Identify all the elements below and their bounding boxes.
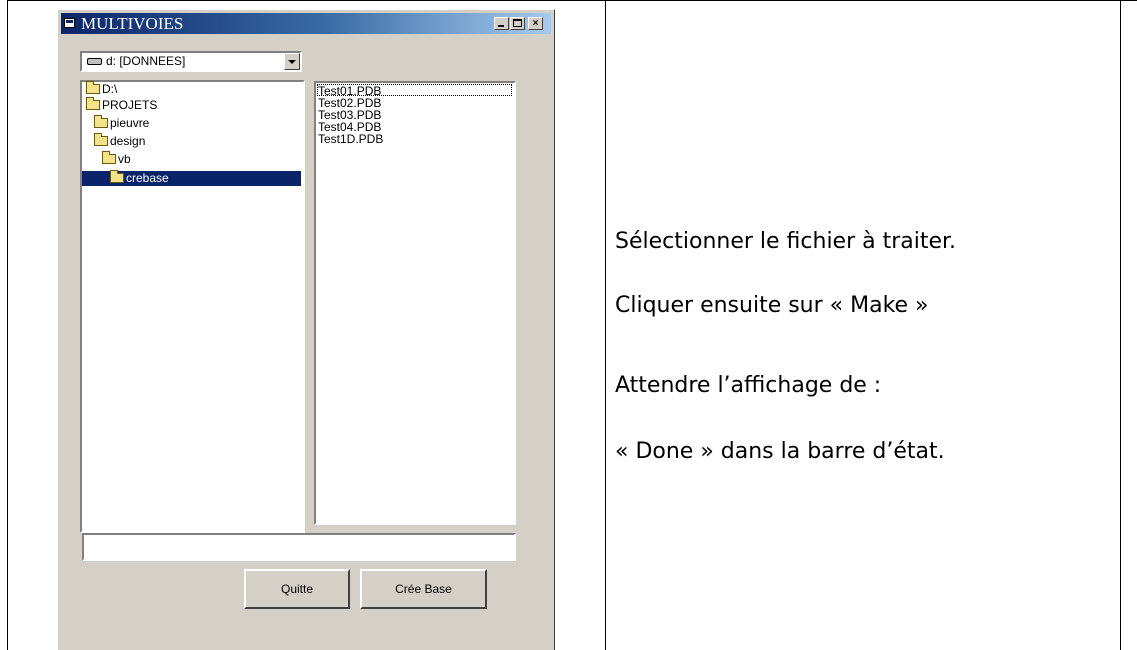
multivoies-window: MULTIVOIES × d: [DONNEES] D:\ PROJETS pieu… [57, 9, 555, 650]
folder-item[interactable]: crebase [82, 170, 301, 186]
app-icon[interactable] [64, 18, 75, 28]
folder-item-label: design [110, 134, 146, 148]
window-title: MULTIVOIES [81, 14, 184, 33]
folder-item-label: crebase [126, 171, 169, 185]
instruction-line-4: « Done » dans la barre d’état. [615, 439, 945, 464]
folder-icon [94, 133, 108, 146]
close-icon: × [532, 18, 539, 29]
maximize-icon [513, 19, 522, 27]
table-border-middle [605, 0, 606, 650]
create-base-button[interactable]: Crée Base [360, 569, 487, 609]
folder-list[interactable]: D:\ PROJETS pieuvre design vb crebase [80, 80, 305, 533]
folder-item-label: vb [118, 152, 131, 166]
maximize-button[interactable] [510, 17, 525, 30]
drive-select-value: d: [DONNEES] [106, 54, 186, 68]
status-field[interactable] [82, 533, 516, 561]
folder-item-label: D:\ [102, 82, 118, 96]
table-border-right [1120, 0, 1121, 650]
drive-select[interactable]: d: [DONNEES] [80, 51, 302, 72]
drive-icon [87, 58, 102, 65]
title-bar[interactable]: MULTIVOIES × [61, 13, 551, 34]
folder-icon [94, 115, 108, 128]
minimize-button[interactable] [494, 17, 509, 30]
quit-button[interactable]: Quitte [244, 569, 350, 609]
open-folder-icon [110, 170, 124, 183]
folder-icon [86, 97, 100, 110]
file-list[interactable]: Test01.PDB Test02.PDB Test03.PDB Test04.PDB… [314, 81, 516, 525]
file-item[interactable]: Test1D.PDB [318, 133, 383, 145]
instruction-line-1: Sélectionner le fichier à traiter. [615, 229, 957, 254]
folder-item-label: PROJETS [102, 98, 158, 112]
instruction-line-3: Attendre l’affichage de : [615, 373, 882, 398]
instruction-line-2: Cliquer ensuite sur « Make » [615, 293, 929, 318]
folder-item-label: pieuvre [110, 116, 150, 130]
table-border-top [7, 0, 1137, 1]
table-border-left [7, 0, 8, 650]
close-button[interactable]: × [528, 17, 543, 30]
minimize-icon [498, 25, 504, 27]
chevron-down-icon[interactable] [284, 53, 300, 70]
folder-icon [86, 81, 100, 94]
folder-icon [102, 151, 116, 164]
